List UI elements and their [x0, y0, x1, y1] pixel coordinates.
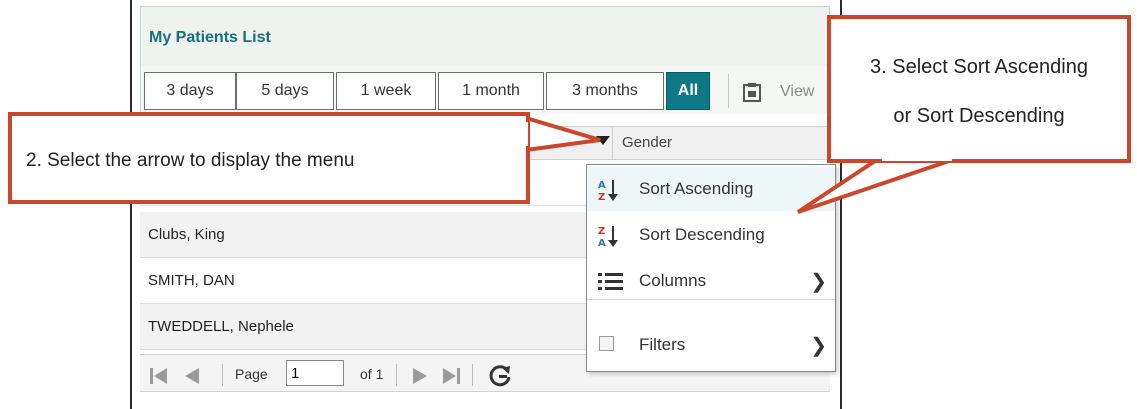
callout-step2-text: 2. Select the arrow to display the menu — [26, 150, 355, 171]
callout-step3-line2: or Sort Descending — [893, 105, 1065, 127]
callout-step3: 3. Select Sort Ascending or Sort Descend… — [827, 15, 1131, 163]
callout-step3-pointer — [796, 157, 956, 214]
callout-step3-line1: 3. Select Sort Ascending — [870, 56, 1088, 78]
pointer-join — [524, 122, 528, 146]
callout-step2-pointer — [524, 115, 601, 153]
pointer-join — [882, 157, 952, 161]
callout-step2: 2. Select the arrow to display the menu — [8, 112, 530, 204]
